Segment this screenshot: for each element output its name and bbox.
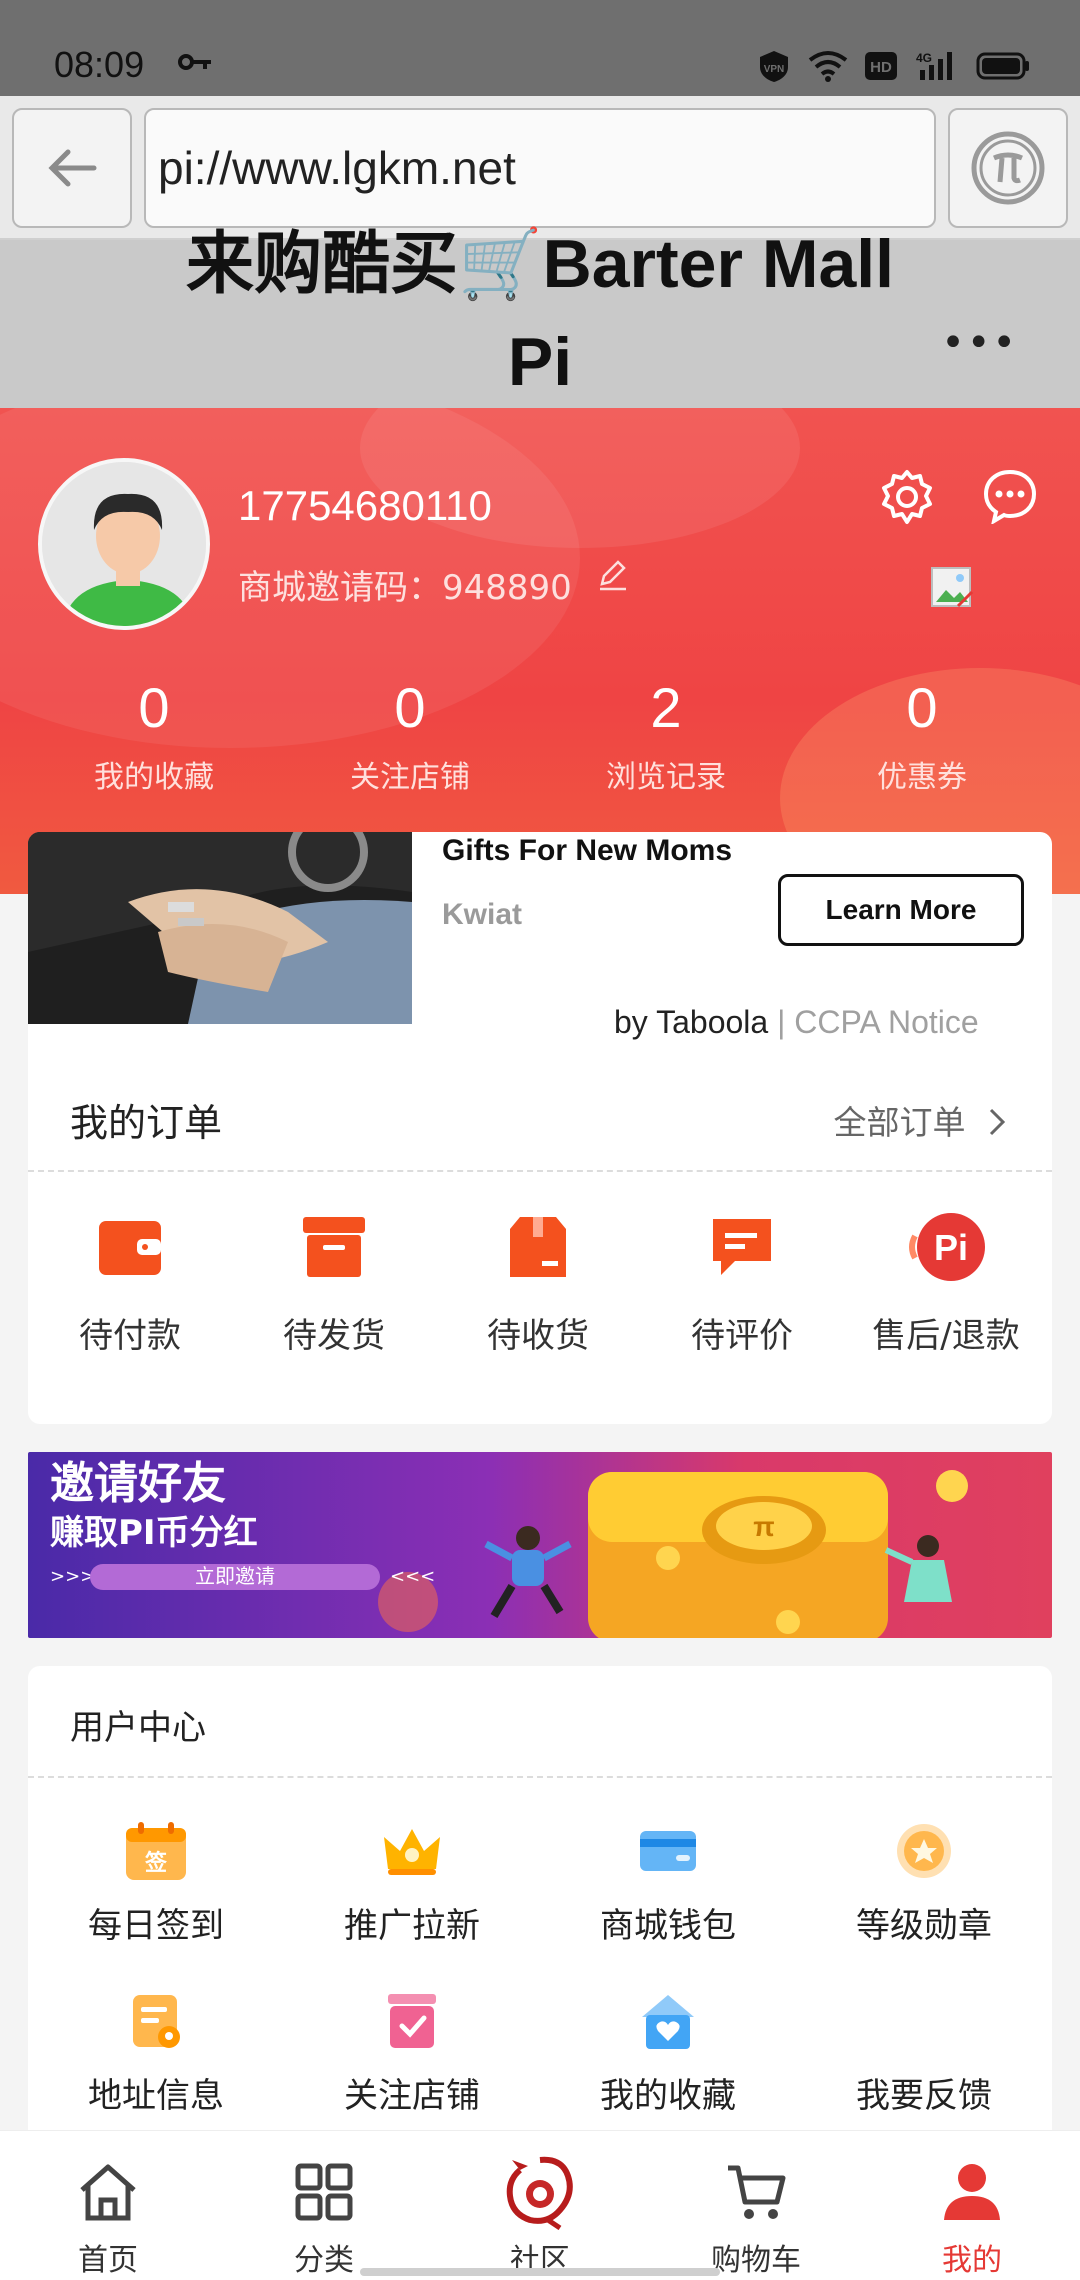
avatar[interactable] xyxy=(38,458,210,630)
pi-browser-button[interactable] xyxy=(948,108,1068,228)
user-center-grid: 签 每日签到 推广拉新 商城钱包 等级勋章 地址信息 关注店铺 我的收藏 我要反… xyxy=(28,1816,1052,2156)
uc-mall-wallet[interactable]: 商城钱包 xyxy=(540,1816,796,1986)
site-header: 来购酷买🛒Barter Mall Pi ••• xyxy=(0,226,1080,408)
favorite-icon xyxy=(540,1986,796,2056)
comment-icon xyxy=(640,1208,844,1286)
stat-browse-history[interactable]: 2 浏览记录 xyxy=(538,668,794,796)
orders-card: Gifts For New Moms Kwiat Learn More by T… xyxy=(28,832,1052,1424)
profile-stats: 0 我的收藏 0 关注店铺 2 浏览记录 0 优惠券 xyxy=(0,668,1080,796)
stat-favorites[interactable]: 0 我的收藏 xyxy=(26,668,282,796)
status-icons: VPN HD 4G xyxy=(756,48,1030,84)
learn-more-button[interactable]: Learn More xyxy=(778,874,1024,946)
box-icon xyxy=(232,1208,436,1286)
gesture-home-bar[interactable] xyxy=(360,2268,720,2276)
home-icon xyxy=(0,2157,216,2227)
invite-friends-banner[interactable]: π 邀请好友 赚取PI币分红 >>> 立即邀请 <<< xyxy=(28,1452,1052,1638)
crown-icon xyxy=(284,1816,540,1886)
pi-icon xyxy=(971,131,1045,205)
invite-now-label: 立即邀请 xyxy=(195,1564,275,1588)
key-icon xyxy=(178,52,212,76)
battery-icon xyxy=(976,52,1029,80)
uc-daily-checkin[interactable]: 签 每日签到 xyxy=(28,1816,284,1986)
url-text: pi://www.lgkm.net xyxy=(158,142,516,194)
uc-level-medal[interactable]: 等级勋章 xyxy=(796,1816,1052,1986)
nav-home[interactable]: 首页 xyxy=(0,2131,216,2280)
site-title-line2: Pi xyxy=(507,324,573,400)
site-title-line1: 来购酷买🛒Barter Mall xyxy=(185,226,895,302)
stat-coupons[interactable]: 0 优惠券 xyxy=(794,668,1050,796)
svg-text:<<<: <<< xyxy=(390,1566,435,1587)
store-follow-icon xyxy=(284,1986,540,2056)
vpn-icon: VPN xyxy=(760,51,788,82)
chevron-right-icon xyxy=(989,1108,1006,1136)
profile-header: 17754680110 商城邀请码：948890 0 我的收藏 0 关注店铺 2 xyxy=(0,408,1080,894)
broken-image-icon xyxy=(928,562,978,616)
order-after-sales-refund[interactable]: Pi 售后/退款 xyxy=(844,1208,1048,1357)
arrow-left-icon xyxy=(48,149,97,187)
community-dragon-icon xyxy=(432,2156,648,2230)
4g-signal-icon: 4G xyxy=(916,51,952,80)
wallet-icon xyxy=(28,1208,232,1286)
site-title: 来购酷买🛒Barter Mall Pi xyxy=(120,210,960,416)
svg-text:Pi: Pi xyxy=(934,1227,968,1268)
more-menu-button[interactable]: ••• xyxy=(941,320,1018,366)
wallet-card-icon xyxy=(540,1816,796,1886)
category-grid-icon xyxy=(216,2157,432,2227)
ad-image[interactable] xyxy=(28,832,412,1024)
svg-text:VPN: VPN xyxy=(764,64,785,75)
package-icon xyxy=(436,1208,640,1286)
status-bar: 08:09 VPN HD 4G xyxy=(0,0,1080,96)
wifi-icon xyxy=(808,51,848,82)
svg-text:>>>: >>> xyxy=(50,1566,95,1587)
svg-text:π: π xyxy=(753,1511,774,1542)
orders-header: 我的订单 全部订单 xyxy=(28,1082,1052,1172)
edit-icon[interactable] xyxy=(596,558,630,596)
nav-cart[interactable]: 购物车 xyxy=(648,2131,864,2280)
ccpa-notice-link[interactable]: CCPA Notice xyxy=(794,1004,978,1040)
settings-gear-icon[interactable] xyxy=(878,468,936,530)
checkin-calendar-icon: 签 xyxy=(28,1816,284,1886)
order-status-list: 待付款 待发货 待收货 待评价 Pi 售后/退款 xyxy=(28,1208,1052,1357)
avatar-icon xyxy=(42,462,206,626)
ad-title[interactable]: Gifts For New Moms xyxy=(442,834,732,868)
order-pending-receipt[interactable]: 待收货 xyxy=(436,1208,640,1357)
uc-promotion[interactable]: 推广拉新 xyxy=(284,1816,540,1986)
svg-text:4G: 4G xyxy=(916,51,932,65)
phone-number: 17754680110 xyxy=(238,482,492,529)
medal-icon xyxy=(796,1816,1052,1886)
hd-icon: HD xyxy=(865,52,897,80)
message-icon[interactable] xyxy=(982,468,1038,528)
nav-community[interactable]: 社区 xyxy=(432,2131,648,2280)
order-pending-payment[interactable]: 待付款 xyxy=(28,1208,232,1357)
order-pending-review[interactable]: 待评价 xyxy=(640,1208,844,1357)
status-time: 08:09 xyxy=(54,44,145,85)
invite-code: 商城邀请码：948890 xyxy=(238,568,572,608)
nav-mine[interactable]: 我的 xyxy=(864,2131,1080,2280)
bottom-navigation: 首页 分类 社区 购物车 我的 xyxy=(0,2130,1080,2280)
stat-followed-stores[interactable]: 0 关注店铺 xyxy=(282,668,538,796)
user-center-title: 用户中心 xyxy=(70,1708,206,1748)
svg-text:签: 签 xyxy=(144,1850,168,1876)
order-pending-shipment[interactable]: 待发货 xyxy=(232,1208,436,1357)
ad-attribution[interactable]: by Taboola | CCPA Notice xyxy=(614,1004,979,1041)
feedback-icon xyxy=(796,1986,1052,2056)
page-root: 08:09 VPN HD 4G pi://www.lgkm.net 来购酷买🛒B… xyxy=(0,0,1080,2280)
address-icon xyxy=(28,1986,284,2056)
all-orders-link[interactable]: 全部订单 xyxy=(834,1096,1009,1144)
back-button[interactable] xyxy=(12,108,132,228)
nav-category[interactable]: 分类 xyxy=(216,2131,432,2280)
user-center-header: 用户中心 xyxy=(28,1666,1052,1778)
svg-text:邀请好友: 邀请好友 xyxy=(50,1458,226,1509)
svg-text:赚取PI币分红: 赚取PI币分红 xyxy=(50,1513,258,1553)
user-icon xyxy=(864,2157,1080,2227)
orders-title: 我的订单 xyxy=(70,1101,223,1145)
ad-source: Kwiat xyxy=(442,898,523,931)
pi-refund-icon: Pi xyxy=(844,1208,1048,1286)
svg-text:HD: HD xyxy=(870,59,892,76)
cart-icon xyxy=(648,2157,864,2227)
